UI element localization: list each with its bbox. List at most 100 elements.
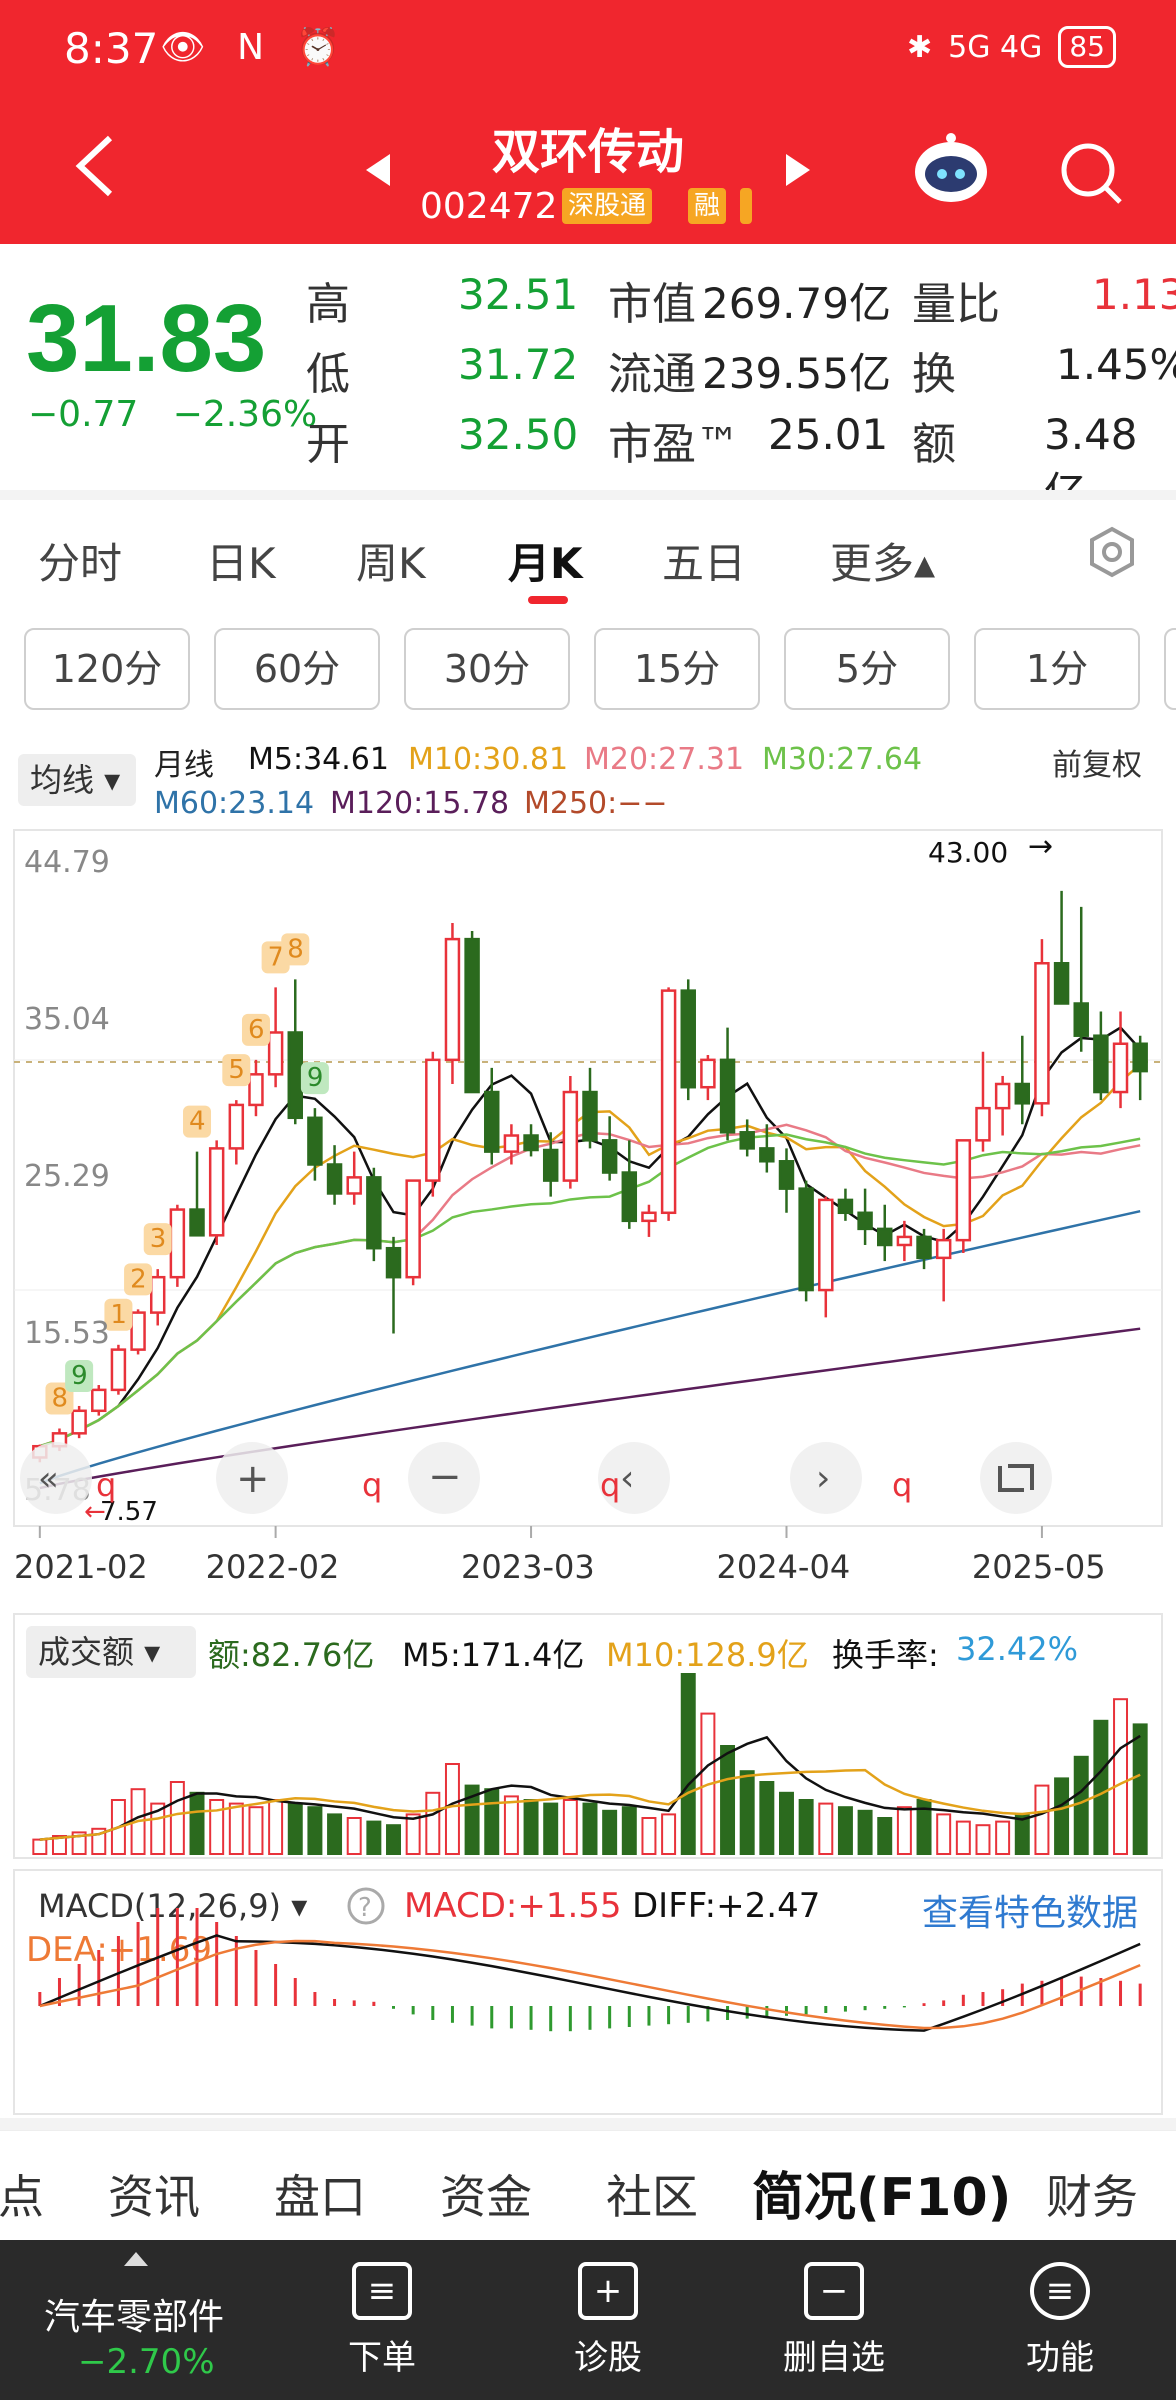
candle-body (896, 1235, 913, 1247)
tab-monthly-k[interactable]: 月K (508, 530, 583, 591)
status-right: ✱ 5G 4G 85 (907, 26, 1116, 68)
diagnose-label: 诊股 (574, 2338, 642, 2378)
float-label: 流通 (608, 349, 696, 400)
settings-icon[interactable] (1086, 526, 1138, 578)
candle-body (444, 937, 461, 1062)
candle-body (1014, 1082, 1031, 1105)
candle-body (385, 1246, 402, 1279)
td-label-text: 1 (110, 1300, 127, 1330)
volume-bar (543, 1802, 559, 1856)
volume-bar (1132, 1723, 1148, 1856)
minute-period-row: 120分 60分 30分 15分 5分 1分 (0, 620, 1176, 720)
legend-m250: M250:−− (524, 786, 668, 821)
candle-body (189, 1208, 205, 1237)
caret-up-icon (124, 2252, 148, 2266)
adjust-toggle[interactable]: 前复权 (1052, 740, 1142, 784)
volume-bar (975, 1824, 991, 1855)
volume-bar (425, 1791, 441, 1856)
volume-bar (169, 1781, 185, 1855)
btn-1min[interactable]: 1分 (974, 628, 1140, 710)
divider (0, 2118, 1176, 2130)
volume-bar (268, 1799, 284, 1855)
volume-bar (386, 1824, 401, 1855)
chevron-left-small-icon: ‹ (620, 1458, 634, 1499)
candle-body (582, 1090, 598, 1142)
quote-panel: 31.83 −0.77 −2.36% 高 32.51 低 31.72 开 32.… (0, 244, 1176, 517)
status-icons: 👁 N ⏰ (160, 27, 351, 68)
volume-bar (739, 1770, 755, 1855)
legend-m120: M120:15.78 (330, 786, 510, 821)
candle-body (1132, 1042, 1148, 1073)
candle-body (228, 1103, 245, 1150)
low-label: 低 (306, 349, 350, 400)
high-label: 高 (306, 279, 350, 330)
volume-bar (837, 1806, 853, 1855)
tab-daily-k[interactable]: 日K (206, 530, 276, 591)
tab-weekly-k[interactable]: 周K (356, 530, 426, 591)
btn-30min[interactable]: 30分 (404, 628, 570, 710)
volume-bar (405, 1813, 421, 1855)
volume-bar (680, 1673, 696, 1855)
functions-label: 功能 (1026, 2338, 1094, 2378)
tab-more[interactable]: 更多▴ (830, 530, 935, 591)
btn-more-periods[interactable] (1164, 628, 1176, 710)
kline-chart[interactable]: 89123456789 44.7935.0425.2915.535.78 43.… (0, 826, 1176, 1616)
tab-orderbook[interactable]: 盘口 (274, 2161, 366, 2227)
candle-body (1112, 1042, 1129, 1094)
search-icon[interactable] (1058, 140, 1124, 206)
tab-points[interactable]: 点 (0, 2161, 44, 2227)
btn-15min[interactable]: 15分 (594, 628, 760, 710)
tab-five-day[interactable]: 五日 (662, 530, 746, 591)
tab-f10[interactable]: 简况(F10) (752, 2155, 1011, 2230)
x-tick-label: 2024-04 (716, 1548, 850, 1586)
volume-chart[interactable] (0, 1612, 1176, 1862)
sector-name[interactable]: 汽车零部件 (44, 2288, 224, 2340)
network-icon: 5G 4G (948, 29, 1043, 65)
x-tick-label: 2022-02 (206, 1548, 340, 1586)
robot-icon[interactable] (912, 130, 990, 206)
volume-bar (661, 1813, 677, 1855)
chevron-right-small-icon: › (816, 1458, 830, 1499)
remove-watchlist-button[interactable]: − 删自选 (734, 2262, 934, 2379)
x-tick-label: 2021-02 (14, 1548, 148, 1586)
td-label-text: 5 (228, 1055, 245, 1085)
legend-m60: M60:23.14 (154, 786, 315, 821)
ma-selector[interactable]: 均线 ▾ (18, 754, 136, 806)
candle-body (778, 1160, 795, 1190)
candle-body (818, 1198, 834, 1292)
candle-body (719, 1058, 736, 1134)
next-stock-icon[interactable] (784, 152, 812, 188)
change-percent: −2.36% (172, 394, 318, 435)
bluetooth-icon: ✱ (907, 29, 933, 65)
volume-bar (877, 1817, 893, 1855)
macd-chart[interactable] (0, 1868, 1176, 2116)
volume-bar (189, 1791, 205, 1856)
tab-community[interactable]: 社区 (606, 2161, 698, 2227)
functions-button[interactable]: ≡ 功能 (960, 2262, 1160, 2379)
change-value: −0.77 (28, 394, 139, 435)
volume-bar (1093, 1719, 1109, 1855)
legend-title: 月线 (154, 748, 214, 783)
volume-bar (1113, 1698, 1129, 1855)
volume-bar (307, 1806, 323, 1855)
q-marker: q (892, 1466, 912, 1504)
candle-body (149, 1275, 166, 1314)
order-button[interactable]: ≡ 下单 (282, 2262, 482, 2379)
candle-body (994, 1082, 1011, 1110)
tab-intraday[interactable]: 分时 (38, 530, 122, 591)
tab-news[interactable]: 资讯 (108, 2161, 200, 2227)
tab-capital[interactable]: 资金 (440, 2161, 532, 2227)
candle-body (935, 1238, 952, 1260)
tab-finance[interactable]: 财务 (1046, 2161, 1138, 2227)
btn-5min[interactable]: 5分 (784, 628, 950, 710)
chart-frame (13, 829, 1163, 1527)
btn-120min[interactable]: 120分 (24, 628, 190, 710)
candle-body (287, 1031, 303, 1120)
candle-body (877, 1227, 893, 1247)
diagnose-button[interactable]: + 诊股 (508, 2262, 708, 2379)
btn-60min[interactable]: 60分 (214, 628, 380, 710)
volume-bar (287, 1802, 303, 1856)
turnover-label: 换 (912, 349, 956, 400)
candle-body (798, 1187, 814, 1292)
last-price: 31.83 (26, 285, 267, 392)
